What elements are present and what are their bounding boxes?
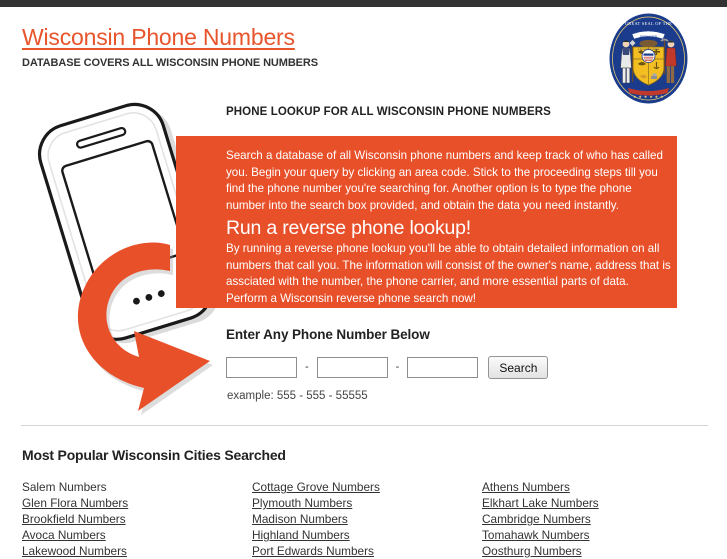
city-link[interactable]: Elkhart Lake Numbers (482, 495, 712, 511)
city-link[interactable]: Plymouth Numbers (252, 495, 482, 511)
reverse-lookup-subheading: Run a reverse phone lookup! (226, 217, 472, 239)
separator-dash-2: - (395, 361, 400, 373)
city-column-3: Athens Numbers Elkhart Lake Numbers Cambri… (482, 479, 712, 559)
city-link-columns: Salem Numbers Glen Flora Numbers Brookfiel… (22, 479, 712, 559)
svg-text:FORWARD: FORWARD (640, 35, 658, 39)
city-link[interactable]: Cambridge Numbers (482, 511, 712, 527)
popular-cities-heading: Most Popular Wisconsin Cities Searched (22, 447, 286, 463)
intro-paragraph-1: Search a database of all Wisconsin phone… (226, 149, 663, 212)
separator-dash-1: - (305, 361, 309, 373)
site-tagline: DATABASE COVERS ALL WISCONSIN PHONE NUMB… (22, 57, 318, 69)
intro-paragraph-2: By running a reverse phone lookup you'll… (226, 242, 671, 305)
popular-cities-section: Most Popular Wisconsin Cities Searched S… (22, 447, 712, 559)
city-link[interactable]: Madison Numbers (252, 511, 482, 527)
site-header: Wisconsin Phone Numbers DATABASE COVERS … (0, 7, 727, 105)
city-link[interactable]: Cottage Grove Numbers (252, 479, 482, 495)
wisconsin-state-seal-icon: GREAT SEAL OF THE ★ ★ ★ ★ ★ ★ FORWARD E … (602, 12, 695, 105)
site-title-link[interactable]: Wisconsin Phone Numbers (22, 24, 295, 51)
phone-number-form: - - Search (226, 356, 549, 379)
city-link[interactable]: Glen Flora Numbers (22, 495, 252, 511)
city-link[interactable]: Oosthurg Numbers (482, 543, 712, 559)
page-root: Wisconsin Phone Numbers DATABASE COVERS … (0, 7, 727, 558)
city-link[interactable]: Avoca Numbers (22, 527, 252, 543)
city-column-2: Cottage Grove Numbers Plymouth Numbers Mad… (252, 479, 482, 559)
city-column-1: Salem Numbers Glen Flora Numbers Brookfiel… (22, 479, 252, 559)
phone-lookup-heading: PHONE LOOKUP FOR ALL WISCONSIN PHONE NUM… (226, 106, 551, 118)
phone-search-section: Enter Any Phone Number Below - - Search … (226, 327, 549, 402)
line-number-input[interactable] (407, 357, 479, 378)
search-heading: Enter Any Phone Number Below (226, 327, 430, 342)
city-link[interactable]: Athens Numbers (482, 479, 712, 495)
city-link[interactable]: Lakewood Numbers (22, 543, 252, 559)
city-link[interactable]: Salem Numbers (22, 479, 252, 495)
section-divider (21, 425, 708, 426)
top-accent-bar (0, 0, 727, 7)
city-link[interactable]: Brookfield Numbers (22, 511, 252, 527)
city-link[interactable]: Highland Numbers (252, 527, 482, 543)
intro-panel-text: Search a database of all Wisconsin phone… (226, 148, 672, 307)
city-link[interactable]: Port Edwards Numbers (252, 543, 482, 559)
search-button[interactable]: Search (488, 356, 549, 379)
city-link[interactable]: Tomahawk Numbers (482, 527, 712, 543)
prefix-input[interactable] (316, 357, 388, 378)
svg-text:E PLURIBUS UNUM: E PLURIBUS UNUM (638, 48, 660, 51)
svg-text:GREAT SEAL OF THE: GREAT SEAL OF THE (625, 21, 672, 26)
intro-orange-panel: Search a database of all Wisconsin phone… (176, 136, 677, 308)
area-code-input[interactable] (226, 357, 297, 378)
search-example-text: example: 555 - 555 - 55555 (227, 390, 368, 402)
